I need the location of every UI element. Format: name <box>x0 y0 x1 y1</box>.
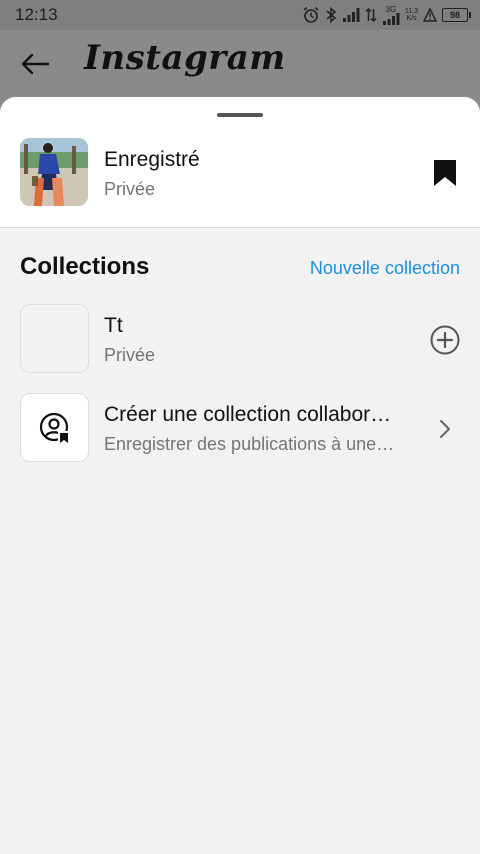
network-3g-label: 3G <box>385 4 397 14</box>
signal-icon <box>342 8 360 22</box>
saved-row[interactable]: Enregistré Privée <box>0 97 480 228</box>
warning-icon <box>423 8 437 22</box>
save-to-collection-sheet: Enregistré Privée Collections Nouvelle c… <box>0 97 480 854</box>
back-arrow-icon[interactable] <box>20 52 50 76</box>
bluetooth-icon <box>326 6 337 24</box>
collection-cover <box>20 304 89 373</box>
collections-heading: Collections <box>20 253 150 280</box>
new-collection-button[interactable]: Nouvelle collection <box>310 258 460 279</box>
collection-title: Tt <box>104 314 123 337</box>
instagram-logo: Instagram <box>84 38 286 78</box>
network-speed: 11,3 K/s <box>405 8 418 22</box>
chevron-right-icon <box>440 420 450 438</box>
network-3g: 3G <box>382 4 400 25</box>
collab-subtitle: Enregistrer des publications à une… <box>104 434 395 454</box>
status-icons: 3G 11,3 K/s 98 <box>302 4 471 25</box>
collab-user-icon <box>39 412 70 444</box>
status-time: 12:13 <box>15 5 58 24</box>
saved-thumbnail-image <box>20 138 88 206</box>
saved-thumbnail <box>20 138 88 206</box>
alarm-icon <box>303 6 319 23</box>
collab-title: Créer une collection collabor… <box>104 403 392 426</box>
data-arrows-icon <box>365 7 377 23</box>
battery-indicator: 98 <box>442 8 471 22</box>
sheet-drag-handle[interactable] <box>217 113 263 117</box>
signal-2-icon <box>382 12 400 25</box>
bookmark-icon[interactable] <box>432 159 458 187</box>
saved-title: Enregistré <box>104 148 200 171</box>
speed-value: 11,3 <box>404 8 418 15</box>
status-bar: 12:13 3G 11,3 K/s 98 <box>0 0 480 30</box>
collection-privacy: Privée <box>104 345 156 365</box>
plus-circle-icon[interactable] <box>430 325 460 355</box>
speed-unit: K/s <box>406 15 417 22</box>
saved-privacy: Privée <box>104 179 156 199</box>
collab-icon-box <box>20 393 89 462</box>
